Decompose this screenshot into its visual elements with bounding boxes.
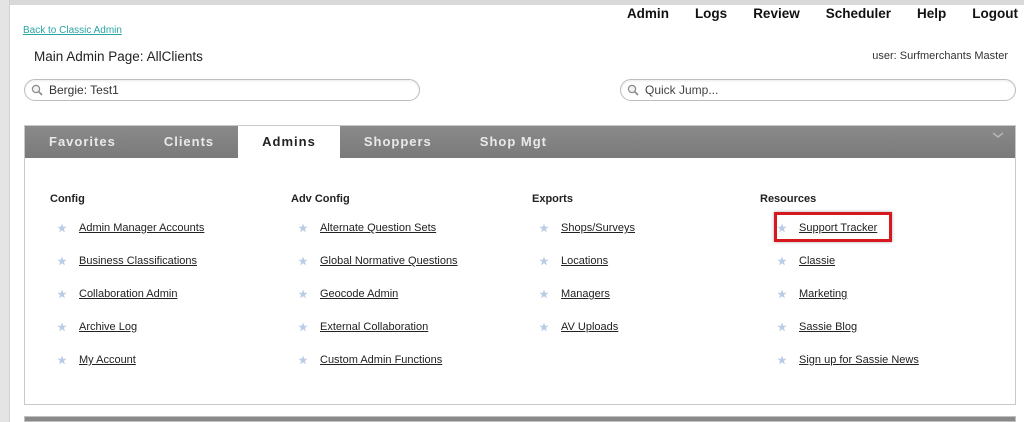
column-heading: Exports [532,193,573,205]
sassie-blog-link[interactable]: Sassie Blog [799,321,857,333]
locations-link[interactable]: Locations [561,255,608,267]
secondary-panel-header [24,416,1016,422]
list-item: Sassie Blog [777,321,857,333]
classie-link[interactable]: Classie [799,255,835,267]
tab-admins[interactable]: Admins [238,126,340,158]
my-account-link[interactable]: My Account [79,354,136,366]
star-icon [298,289,308,299]
magnifier-icon [31,84,43,96]
star-icon [777,256,787,266]
star-icon [298,223,308,233]
geocode-admin-link[interactable]: Geocode Admin [320,288,398,300]
list-item: Alternate Question Sets [298,222,436,234]
column-heading: Config [50,193,85,205]
star-icon [57,322,67,332]
quick-jump-box[interactable] [620,79,1016,101]
list-item: Collaboration Admin [57,288,177,300]
global-normative-questions-link[interactable]: Global Normative Questions [320,255,458,267]
shops-surveys-link[interactable]: Shops/Surveys [561,222,635,234]
list-item: External Collaboration [298,321,428,333]
support-tracker-link[interactable]: Support Tracker [799,222,877,234]
column-heading: Resources [760,193,817,205]
star-icon [57,355,67,365]
star-icon [539,223,549,233]
star-icon [298,355,308,365]
client-search-input[interactable] [49,83,419,97]
list-item: Support Tracker [777,222,877,234]
chevron-down-icon[interactable] [991,128,1005,142]
star-icon [298,322,308,332]
list-item: Business Classifications [57,255,197,267]
list-item: My Account [57,354,136,366]
list-item: Shops/Surveys [539,222,635,234]
star-icon [298,256,308,266]
business-classifications-link[interactable]: Business Classifications [79,255,197,267]
back-to-classic-admin-link[interactable]: Back to Classic Admin [23,25,122,36]
star-icon [539,322,549,332]
tab-clients[interactable]: Clients [140,126,238,158]
admin-manager-accounts-link[interactable]: Admin Manager Accounts [79,222,204,234]
list-item: Geocode Admin [298,288,398,300]
nav-logout[interactable]: Logout [972,6,1018,21]
top-nav: Admin Logs Review Scheduler Help Logout [601,6,1018,21]
list-item: Global Normative Questions [298,255,458,267]
archive-log-link[interactable]: Archive Log [79,321,137,333]
tab-bar: Favorites Clients Admins Shoppers Shop M… [25,126,1015,158]
top-strip [0,0,1024,5]
marketing-link[interactable]: Marketing [799,288,847,300]
star-icon [539,256,549,266]
nav-logs[interactable]: Logs [695,6,727,21]
nav-help[interactable]: Help [917,6,946,21]
quick-jump-input[interactable] [645,83,1015,97]
user-label: user: Surfmerchants Master [872,50,1008,62]
external-collaboration-link[interactable]: External Collaboration [320,321,428,333]
admin-panel: Favorites Clients Admins Shoppers Shop M… [24,125,1016,405]
page-title: Main Admin Page: AllClients [34,49,203,64]
nav-review[interactable]: Review [753,6,800,21]
list-item: Marketing [777,288,847,300]
nav-scheduler[interactable]: Scheduler [826,6,891,21]
list-item: Custom Admin Functions [298,354,442,366]
tab-favorites[interactable]: Favorites [25,126,140,158]
nav-admin[interactable]: Admin [627,6,669,21]
star-icon [777,289,787,299]
star-icon [57,223,67,233]
list-item: Sign up for Sassie News [777,354,919,366]
column-heading: Adv Config [291,193,350,205]
list-item: Locations [539,255,608,267]
tab-shop-mgt[interactable]: Shop Mgt [456,126,571,158]
custom-admin-functions-link[interactable]: Custom Admin Functions [320,354,442,366]
star-icon [777,223,787,233]
left-edge [0,0,10,422]
alternate-question-sets-link[interactable]: Alternate Question Sets [320,222,436,234]
sign-up-sassie-news-link[interactable]: Sign up for Sassie News [799,354,919,366]
list-item: AV Uploads [539,321,618,333]
list-item: Admin Manager Accounts [57,222,204,234]
list-item: Archive Log [57,321,137,333]
list-item: Managers [539,288,610,300]
list-item: Classie [777,255,835,267]
tab-shoppers[interactable]: Shoppers [340,126,456,158]
av-uploads-link[interactable]: AV Uploads [561,321,618,333]
star-icon [777,322,787,332]
magnifier-icon [627,84,639,96]
star-icon [57,256,67,266]
managers-link[interactable]: Managers [561,288,610,300]
star-icon [57,289,67,299]
star-icon [777,355,787,365]
star-icon [539,289,549,299]
client-search-box[interactable] [24,79,420,101]
collaboration-admin-link[interactable]: Collaboration Admin [79,288,177,300]
